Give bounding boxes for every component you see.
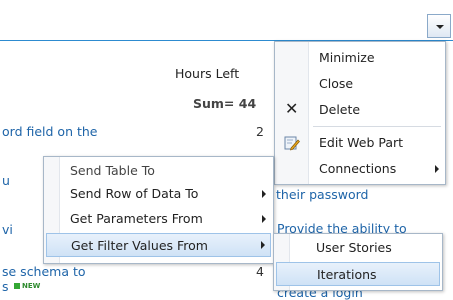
chevron-down-icon — [436, 25, 444, 29]
menu-item-label: User Stories — [316, 240, 392, 255]
menu-item-label: Iterations — [317, 267, 377, 282]
menu-item-label: Connections — [319, 161, 397, 176]
menu-item-label: Close — [319, 76, 354, 91]
list-item-hours: 4 — [256, 264, 264, 279]
new-star-icon — [14, 283, 20, 289]
new-badge: NEW — [14, 282, 40, 290]
menu-item-label: Send Row of Data To — [70, 186, 199, 201]
list-item-link[interactable]: their password — [276, 187, 368, 202]
list-item-link[interactable]: se schema to — [2, 264, 86, 279]
connections-submenu: Send Table To Send Row of Data To Get Pa… — [43, 156, 274, 264]
menu-item-minimize[interactable]: Minimize — [275, 47, 445, 69]
list-item-hours: 2 — [256, 124, 264, 139]
menu-item-send-table-to[interactable]: Send Table To — [44, 160, 273, 182]
menu-separator — [313, 126, 441, 127]
sum-total: Sum= 44 — [193, 96, 257, 111]
submenu-arrow-icon — [261, 241, 265, 249]
menu-item-label: Minimize — [319, 50, 375, 65]
menu-item-user-stories[interactable]: User Stories — [274, 237, 442, 259]
submenu-arrow-icon — [262, 190, 266, 198]
menu-item-get-filter-values-from[interactable]: Get Filter Values From — [46, 233, 271, 257]
submenu-arrow-icon — [435, 165, 439, 173]
list-item-link[interactable]: s — [2, 279, 9, 294]
menu-item-label: Get Parameters From — [70, 211, 203, 226]
webpart-title-bar — [0, 0, 453, 41]
menu-item-delete[interactable]: ✕ Delete — [275, 99, 445, 121]
list-item-link[interactable]: u — [2, 173, 10, 188]
column-header-hours-left[interactable]: Hours Left — [175, 66, 239, 81]
submenu-arrow-icon — [262, 215, 266, 223]
menu-item-get-parameters-from[interactable]: Get Parameters From — [44, 208, 273, 230]
webpart-menu-button[interactable] — [427, 14, 451, 38]
list-item-link[interactable]: ord field on the — [2, 124, 97, 139]
menu-item-label: Get Filter Values From — [71, 238, 208, 253]
menu-item-send-row-of-data-to[interactable]: Send Row of Data To — [44, 183, 273, 205]
webpart-menu: Minimize Close ✕ Delete Edit Web Part Co… — [274, 41, 446, 185]
menu-item-edit-web-part[interactable]: Edit Web Part — [275, 132, 445, 154]
menu-item-label: Send Table To — [70, 163, 155, 178]
menu-item-label: Edit Web Part — [319, 135, 404, 150]
edit-pencil-icon — [284, 136, 300, 151]
filter-values-submenu: User Stories Iterations — [273, 233, 443, 291]
menu-item-label: Delete — [319, 102, 361, 117]
list-item-link[interactable]: vi — [2, 222, 13, 237]
menu-item-close[interactable]: Close — [275, 73, 445, 95]
delete-x-icon: ✕ — [285, 99, 299, 118]
menu-item-iterations[interactable]: Iterations — [276, 262, 440, 286]
new-badge-label: NEW — [22, 282, 41, 290]
menu-item-connections[interactable]: Connections — [275, 158, 445, 180]
